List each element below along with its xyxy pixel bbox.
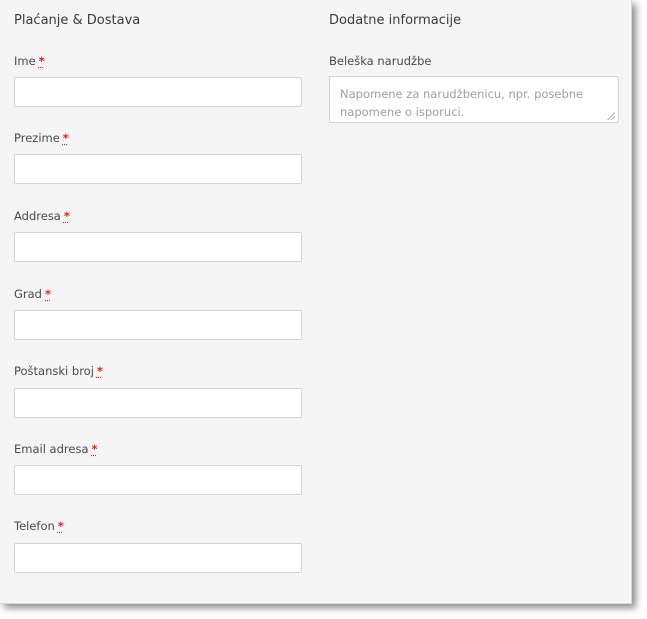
postal-code-input[interactable] bbox=[14, 388, 302, 418]
email-label: Email adresa * bbox=[14, 442, 98, 456]
address-input[interactable] bbox=[14, 232, 302, 262]
first-name-label: Ime * bbox=[14, 54, 45, 68]
additional-info-title: Dodatne informacije bbox=[329, 13, 462, 28]
city-label: Grad * bbox=[14, 287, 52, 301]
phone-label: Telefon * bbox=[14, 519, 64, 533]
email-input[interactable] bbox=[14, 465, 302, 495]
resize-handle-icon[interactable] bbox=[606, 111, 615, 120]
address-label: Addresa * bbox=[14, 209, 70, 223]
phone-input[interactable] bbox=[14, 543, 302, 573]
city-input[interactable] bbox=[14, 310, 302, 340]
checkout-panel: Plaćanje & Dostava Ime * Prezime * Addresa… bbox=[0, 0, 632, 604]
order-notes-textarea[interactable] bbox=[329, 76, 619, 123]
required-marker: * bbox=[45, 287, 52, 301]
order-notes-label: Beleška narudžbe bbox=[329, 54, 432, 68]
required-marker: * bbox=[38, 54, 45, 68]
required-marker: * bbox=[62, 131, 69, 145]
first-name-input[interactable] bbox=[14, 77, 302, 107]
last-name-input[interactable] bbox=[14, 154, 302, 184]
last-name-label: Prezime * bbox=[14, 131, 69, 145]
billing-title: Plaćanje & Dostava bbox=[14, 13, 141, 28]
required-marker: * bbox=[91, 442, 98, 456]
required-marker: * bbox=[57, 519, 64, 533]
required-marker: * bbox=[63, 209, 70, 223]
postal-code-label: Poštanski broj * bbox=[14, 364, 103, 378]
required-marker: * bbox=[96, 364, 103, 378]
